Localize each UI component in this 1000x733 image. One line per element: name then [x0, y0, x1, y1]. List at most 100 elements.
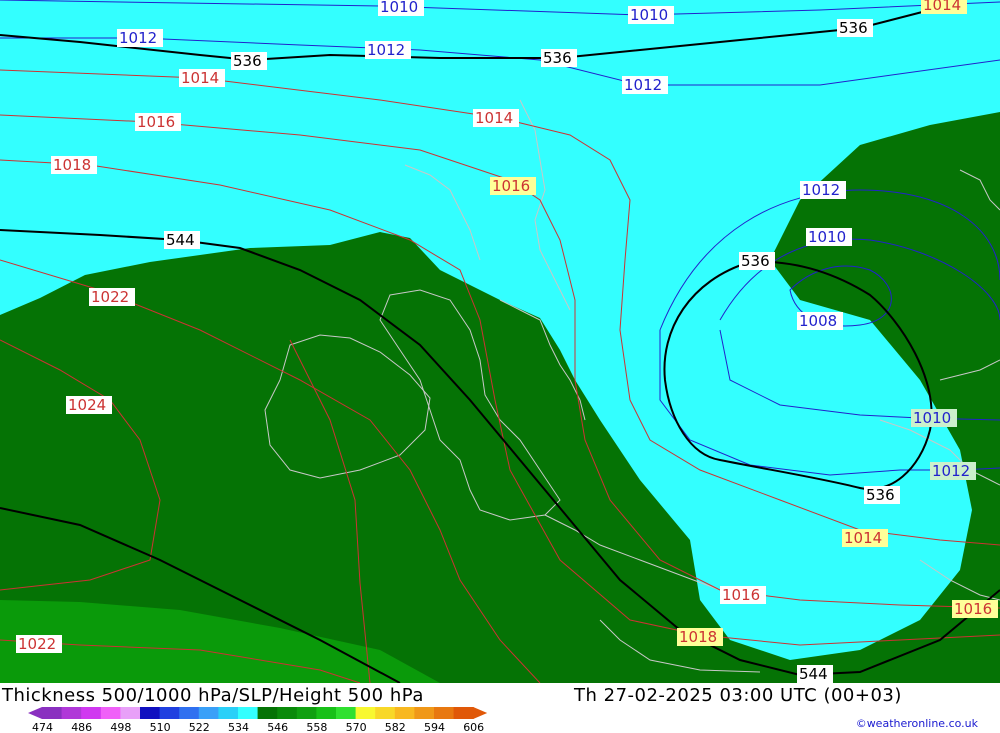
scale-swatch	[375, 707, 396, 719]
label-height-536-a: 536	[231, 52, 267, 70]
label-slp-1014-b: 1014	[473, 109, 519, 127]
label-slp-1016-a: 1016	[135, 113, 181, 131]
svg-text:1010: 1010	[380, 0, 418, 16]
svg-text:1012: 1012	[119, 29, 157, 47]
svg-text:1022: 1022	[91, 288, 129, 306]
scale-label: 606	[463, 721, 484, 733]
svg-text:536: 536	[233, 52, 262, 70]
scale-swatch	[179, 707, 200, 719]
svg-text:1024: 1024	[68, 396, 106, 414]
scale-swatch	[296, 707, 317, 719]
scale-label: 474	[32, 721, 53, 733]
svg-text:1014: 1014	[844, 529, 882, 547]
scale-swatch	[81, 707, 102, 719]
label-slp-1024: 1024	[66, 396, 112, 414]
scale-label: 558	[306, 721, 327, 733]
label-slp-1012-b: 1012	[365, 41, 411, 59]
scale-label: 546	[267, 721, 288, 733]
svg-text:1016: 1016	[722, 586, 760, 604]
scale-label: 570	[346, 721, 367, 733]
forecast-datetime: Th 27-02-2025 03:00 UTC (00+03)	[574, 685, 902, 706]
label-slp-1014-c: 1014	[921, 0, 967, 14]
scale-label: 510	[150, 721, 171, 733]
label-height-536-c: 536	[837, 19, 873, 37]
svg-text:536: 536	[839, 19, 868, 37]
label-slp-1010-c: 1010	[806, 228, 852, 246]
scale-arrow-right	[473, 707, 488, 719]
svg-text:1010: 1010	[913, 409, 951, 427]
scale-swatch	[238, 707, 259, 719]
chart-title: Thickness 500/1000 hPa/SLP/Height 500 hP…	[2, 685, 424, 706]
label-slp-1022-b: 1022	[16, 635, 62, 653]
label-slp-1014-d: 1014	[842, 529, 888, 547]
svg-text:1014: 1014	[475, 109, 513, 127]
label-slp-1022-a: 1022	[89, 288, 135, 306]
label-slp-1010-d: 1010	[911, 409, 957, 427]
label-height-544-a: 544	[164, 231, 200, 249]
scale-swatch	[61, 707, 82, 719]
svg-text:1012: 1012	[802, 181, 840, 199]
svg-text:1012: 1012	[932, 462, 970, 480]
label-slp-1016-b: 1016	[490, 177, 536, 195]
svg-text:536: 536	[866, 486, 895, 504]
svg-text:1016: 1016	[137, 113, 175, 131]
label-height-544-b: 544	[797, 665, 833, 683]
scale-swatch	[434, 707, 455, 719]
scale-swatch	[277, 707, 298, 719]
scale-label: 498	[110, 721, 131, 733]
scale-swatch	[120, 707, 141, 719]
svg-text:544: 544	[166, 231, 195, 249]
scale-swatch	[42, 707, 63, 719]
label-slp-1012-c: 1012	[622, 76, 668, 94]
credit-link[interactable]: ©weatheronline.co.uk	[856, 717, 978, 730]
scale-swatch	[159, 707, 180, 719]
scale-swatch	[316, 707, 337, 719]
label-slp-1018-b: 1018	[677, 628, 723, 646]
svg-text:1016: 1016	[954, 600, 992, 618]
scale-swatch	[336, 707, 357, 719]
label-slp-1016-d: 1016	[952, 600, 998, 618]
color-scale-bars	[28, 707, 488, 719]
svg-text:1012: 1012	[367, 41, 405, 59]
label-height-536-d: 536	[739, 252, 775, 270]
svg-text:1010: 1010	[630, 6, 668, 24]
scale-swatch	[218, 707, 239, 719]
color-scale-labels: 474 486 498 510 522 534 546 558 570 582 594 606	[32, 721, 484, 733]
svg-text:1022: 1022	[18, 635, 56, 653]
svg-text:1008: 1008	[799, 312, 837, 330]
label-slp-1010-a: 1010	[378, 0, 424, 16]
map-canvas: 536 536 536 536 536 544 544 1010 1010 10…	[0, 0, 1000, 683]
scale-swatch	[140, 707, 161, 719]
scale-swatch	[257, 707, 278, 719]
svg-text:1016: 1016	[492, 177, 530, 195]
scale-swatch	[414, 707, 435, 719]
scale-swatch	[453, 707, 474, 719]
label-slp-1012-e: 1012	[930, 462, 976, 480]
svg-text:1018: 1018	[679, 628, 717, 646]
svg-text:536: 536	[543, 49, 572, 67]
scale-swatch	[355, 707, 376, 719]
scale-swatch	[198, 707, 219, 719]
footer: Thickness 500/1000 hPa/SLP/Height 500 hP…	[0, 683, 1000, 733]
scale-swatch	[100, 707, 121, 719]
label-slp-1012-a: 1012	[117, 29, 163, 47]
svg-text:536: 536	[741, 252, 770, 270]
label-slp-1008: 1008	[797, 312, 843, 330]
scale-label: 522	[189, 721, 210, 733]
scale-label: 534	[228, 721, 249, 733]
svg-text:1012: 1012	[624, 76, 662, 94]
label-slp-1012-d: 1012	[800, 181, 846, 199]
svg-text:544: 544	[799, 665, 828, 683]
scale-label: 582	[385, 721, 406, 733]
scale-swatch	[394, 707, 415, 719]
svg-text:1010: 1010	[808, 228, 846, 246]
scale-arrow-left	[28, 707, 42, 719]
weather-map: 536 536 536 536 536 544 544 1010 1010 10…	[0, 0, 1000, 683]
label-slp-1016-c: 1016	[720, 586, 766, 604]
label-slp-1014-a: 1014	[179, 69, 225, 87]
svg-text:1014: 1014	[923, 0, 961, 14]
label-slp-1018-a: 1018	[51, 156, 97, 174]
color-scale-legend: 474 486 498 510 522 534 546 558 570 582 594 606	[28, 707, 488, 733]
scale-label: 486	[71, 721, 92, 733]
label-height-536-b: 536	[541, 49, 577, 67]
